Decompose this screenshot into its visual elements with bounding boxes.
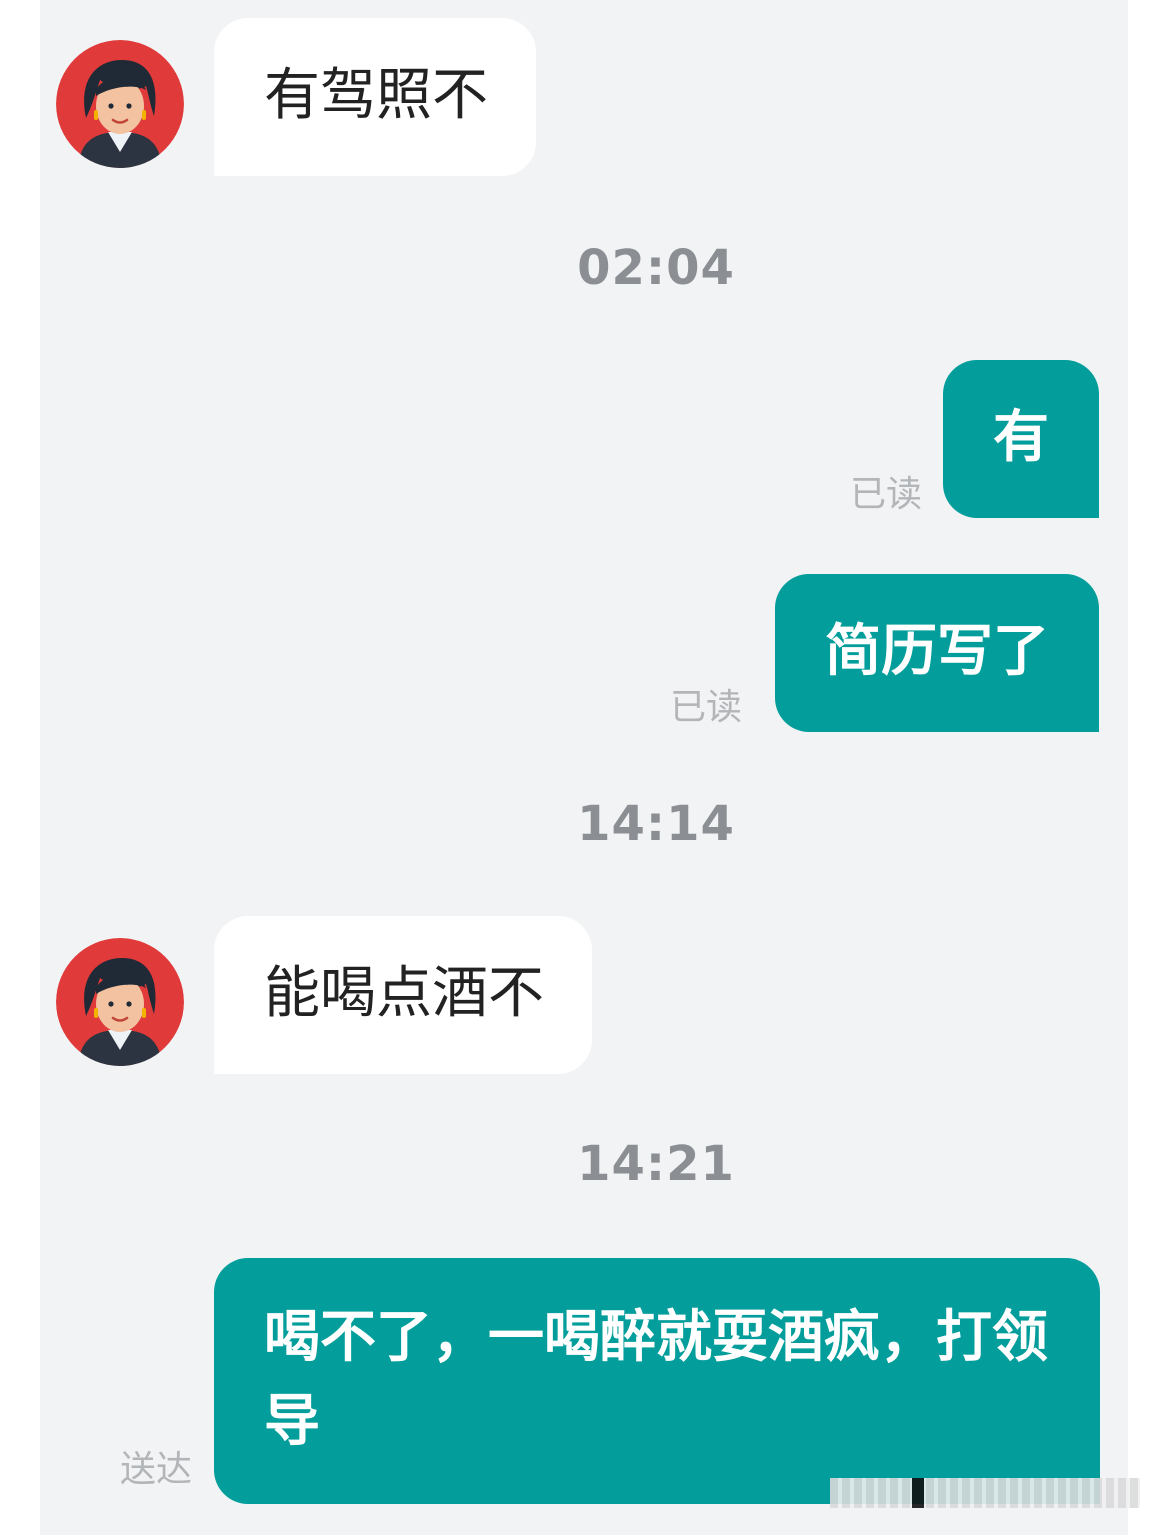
message-text: 有 [993,405,1049,470]
delivered-status: 送达 [120,1449,193,1490]
woman-avatar-icon [56,938,184,1066]
incoming-message-bubble[interactable]: 有驾照不 [214,18,536,176]
message-text: 能喝点酒不 [264,961,544,1026]
contact-avatar[interactable] [56,40,184,168]
woman-avatar-icon [56,40,184,168]
incoming-message-bubble[interactable]: 能喝点酒不 [214,916,592,1074]
home-indicator [830,1478,1140,1508]
message-timestamp: 02:04 [577,240,735,296]
screen: 有驾照不 02:04 已读 有 已读 简历写了 14:14 能喝点酒不 14:2… [0,0,1170,1535]
read-status: 已读 [850,474,923,515]
message-timestamp: 14:21 [577,1136,735,1192]
message-text: 简历写了 [825,619,1049,684]
chat-panel: 有驾照不 02:04 已读 有 已读 简历写了 14:14 能喝点酒不 14:2… [40,0,1128,1535]
outgoing-message-bubble[interactable]: 有 [943,360,1099,518]
read-status: 已读 [670,687,743,728]
message-text: 喝不了，一喝醉就耍酒疯，打领导 [264,1305,1048,1454]
message-timestamp: 14:14 [577,796,735,852]
contact-avatar[interactable] [56,938,184,1066]
outgoing-message-bubble[interactable]: 喝不了，一喝醉就耍酒疯，打领导 [214,1258,1100,1504]
message-text: 有驾照不 [264,63,488,128]
outgoing-message-bubble[interactable]: 简历写了 [775,574,1099,732]
home-indicator-knob [912,1478,924,1508]
